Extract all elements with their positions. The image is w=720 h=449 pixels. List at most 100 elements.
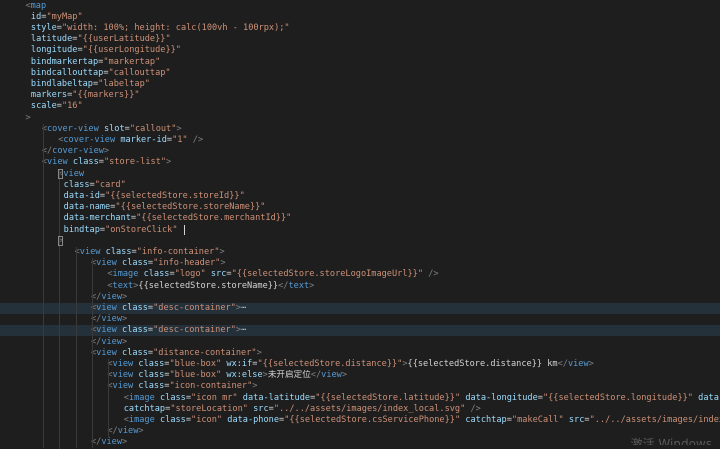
code-token-fold: ⋯ [241, 325, 247, 336]
code-token-attr: marker-id [120, 134, 167, 145]
code-token-attr: bindtap [63, 224, 100, 235]
code-token-punct: > [219, 246, 225, 257]
code-token-attr: scale [30, 101, 57, 112]
code-token-string: "1" [172, 134, 188, 145]
code-line[interactable]: id="myMap" [0, 12, 720, 23]
code-token-punct: </ [310, 370, 322, 381]
code-line[interactable]: bindlabeltap="labeltap" [0, 79, 720, 90]
code-token-string: "labeltap" [98, 78, 150, 89]
code-token-punct: > [122, 314, 128, 325]
code-token-string: "icon-container" [169, 381, 253, 392]
code-token-string: "../../assets/images/index_phone.svg" [589, 414, 720, 425]
code-line[interactable]: <map [0, 1, 720, 12]
code-token-attr: catchtap [123, 403, 166, 414]
code-line[interactable]: <view class="desc-container">⋯ [0, 302, 720, 315]
code-token-punct: > [220, 258, 226, 269]
code-token-tag: view [79, 246, 101, 257]
code-token-tag: cover-view [52, 146, 104, 157]
code-token-tag: image [112, 269, 139, 280]
code-token-string: "{{selectedStore.distance}}" [257, 358, 403, 369]
bracket-match-highlight [58, 169, 64, 180]
code-line[interactable]: > [0, 113, 720, 124]
code-token-string: "{{selectedStore.storeName}}" [115, 202, 266, 213]
code-token-string: "{{userLatitude}}" [77, 34, 171, 45]
indent-guide [91, 258, 93, 449]
code-line[interactable]: > [0, 236, 720, 247]
code-line[interactable]: <view class="distance-container"> [0, 348, 720, 359]
code-line[interactable]: bindmarkertap="markertap" [0, 57, 720, 68]
code-token-attr: class [159, 392, 186, 403]
code-token-string: "icon mr" [191, 392, 238, 403]
code-token-string: "callouttap" [108, 67, 171, 78]
code-token-string: "{{markers}}" [72, 90, 140, 101]
code-token-punct: > [122, 336, 128, 347]
indent-guide [42, 123, 44, 449]
code-token-attr: longitude [30, 45, 78, 56]
code-line[interactable]: data-merchant="{{selectedStore.merchantI… [0, 213, 720, 224]
code-line[interactable]: </view> [0, 437, 720, 448]
code-token-text: {{selectedStore.storeName}} [138, 280, 279, 291]
code-line[interactable]: bindcallouttap="callouttap" [0, 68, 720, 79]
code-token-punct: > [341, 370, 348, 381]
code-line[interactable]: <cover-view marker-id="1" /> [0, 135, 720, 146]
code-token-string: "info-container" [136, 246, 220, 257]
code-token-tag: view [112, 381, 134, 392]
code-line[interactable]: </cover-view> [0, 146, 720, 157]
code-token-string: "onStoreClick" [105, 224, 178, 235]
code-line[interactable]: <view class="info-header"> [0, 258, 720, 269]
code-line[interactable]: <view class="desc-container">⋯ [0, 325, 720, 337]
code-token-attr: data-merchant [63, 213, 131, 224]
code-line[interactable]: <cover-view slot="callout"> [0, 124, 720, 135]
code-token-tag: view [117, 426, 139, 437]
code-token-punct: /> [428, 269, 439, 280]
code-token-text: {{selectedStore.distance}} km [407, 358, 558, 369]
code-token-attr: class [63, 179, 90, 190]
code-line[interactable]: data-id="{{selectedStore.storeId}}" [0, 191, 720, 202]
code-token-punct: > [166, 157, 172, 168]
code-token-punct: > [138, 426, 144, 437]
code-token-fold: ⋯ [241, 302, 247, 313]
code-token-tag: view [101, 314, 123, 325]
code-line[interactable]: bindtap="onStoreClick" [0, 225, 720, 236]
code-token-string: "{{selectedStore.latitude}}" [315, 392, 461, 403]
code-token-punct: > [309, 280, 315, 291]
code-line[interactable]: <view class="info-container"> [0, 247, 720, 258]
code-token-tag: view [101, 291, 123, 302]
code-editor[interactable]: <map id="myMap" style="width: 100%; height… [0, 0, 720, 449]
code-line[interactable]: <view class="store-list"> [0, 157, 720, 168]
code-token-string: "card" [94, 179, 126, 190]
code-token-string: "icon" [191, 414, 223, 425]
code-line[interactable]: </view> [0, 292, 720, 303]
code-token-tag: view [112, 358, 134, 369]
code-token-string: "store-list" [103, 157, 167, 168]
code-line[interactable]: <view [0, 169, 720, 180]
code-token-attr: wx:else [226, 370, 263, 381]
code-token-string: "width: 100%; height: calc(100vh - 100rp… [61, 22, 290, 33]
code-token-tag: view [96, 258, 117, 269]
code-token-string: "{{selectedStore.longitude}}" [542, 392, 693, 403]
code-line[interactable]: scale="16" [0, 101, 720, 112]
code-line[interactable]: markers="{{markers}}" [0, 90, 720, 101]
code-token-punct: > [25, 112, 31, 123]
code-line[interactable]: <text>{{selectedStore.storeName}}</text> [0, 281, 720, 292]
code-line[interactable]: class="card" [0, 180, 720, 191]
code-line[interactable]: latitude="{{userLatitude}}" [0, 34, 720, 45]
code-token-attr: src [253, 403, 269, 414]
code-token-tag: image [128, 392, 155, 403]
code-token-attr: class [138, 358, 165, 369]
code-line[interactable]: </view> [0, 314, 720, 325]
code-token-string: "16" [61, 101, 83, 112]
text-cursor [183, 225, 185, 236]
code-line[interactable]: style="width: 100%; height: calc(100vh -… [0, 23, 720, 34]
code-line[interactable]: <image class="logo" src="{{selectedStore… [0, 269, 720, 280]
code-line[interactable]: </view> [0, 337, 720, 348]
code-token-punct: </ [278, 280, 289, 291]
code-token-attr: class [122, 302, 148, 313]
code-token-tag: view [96, 347, 117, 358]
code-line[interactable]: longitude="{{userLongitude}}" [0, 45, 720, 56]
code-token-attr: data-id [63, 190, 100, 201]
code-token-string: "{{selectedStore.storeLogoImageUrl}}" [231, 269, 424, 280]
code-token-tag: view [101, 336, 123, 347]
code-line[interactable]: data-name="{{selectedStore.storeName}}" [0, 202, 720, 213]
code-token-attr: class [138, 381, 165, 392]
